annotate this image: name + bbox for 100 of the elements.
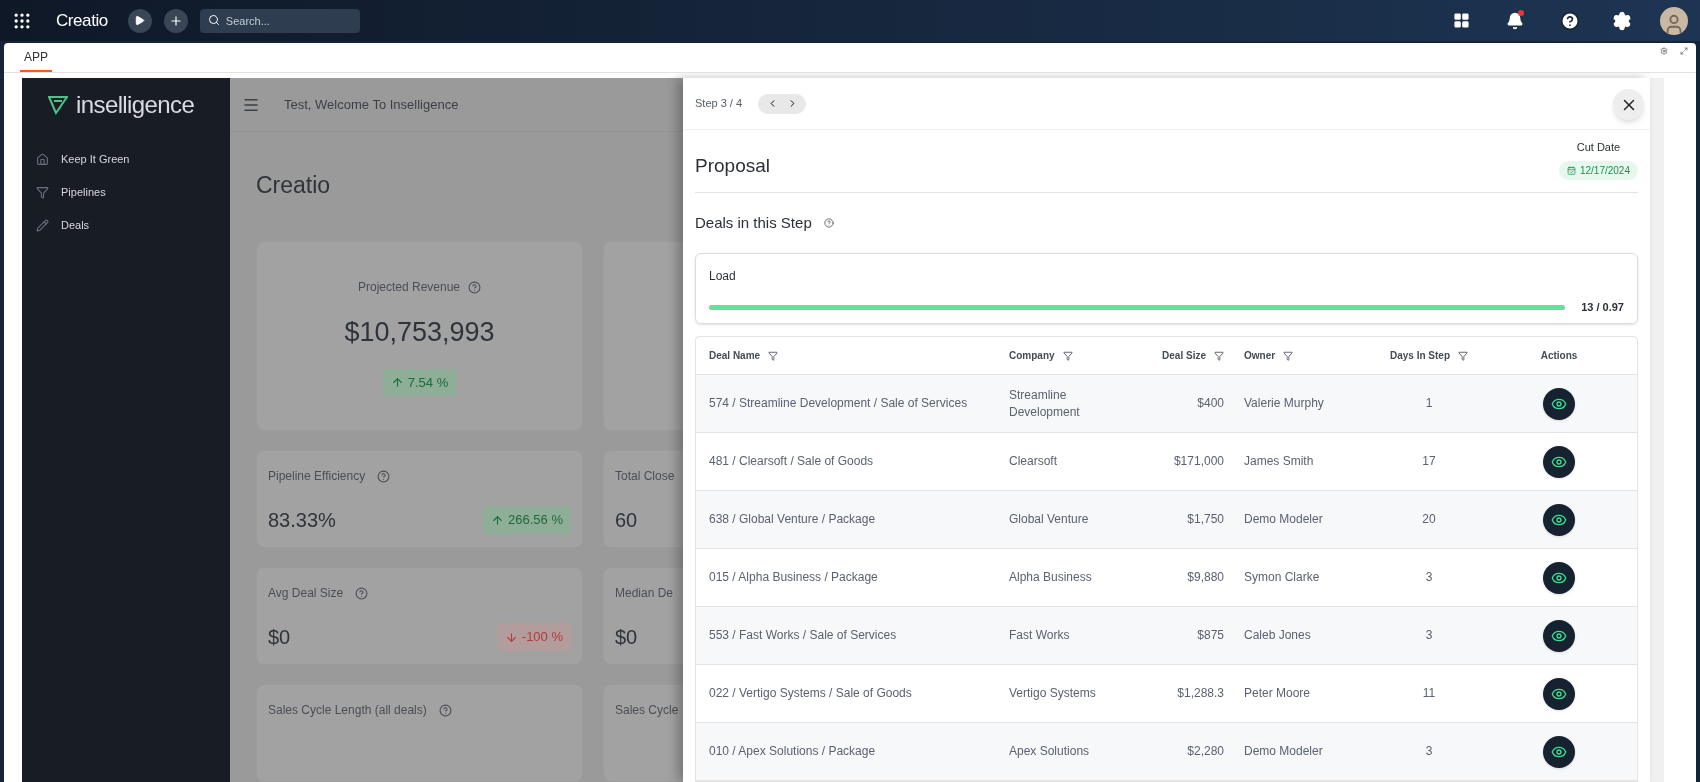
help-icon xyxy=(355,586,369,600)
expand-icon[interactable] xyxy=(1680,47,1688,55)
funnel-logo-icon xyxy=(48,95,68,115)
welcome-text: Test, Welcome To Inselligence xyxy=(284,95,459,114)
table-cell: 1 xyxy=(1425,395,1433,412)
table-cell: Caleb Jones xyxy=(1244,627,1311,644)
table-cell: Peter Moore xyxy=(1244,685,1311,702)
table-cell: 574 / Streamline Development / Sale of Services xyxy=(709,395,968,412)
column-header[interactable]: Deal Name xyxy=(709,348,779,363)
filter-icon[interactable] xyxy=(1458,350,1468,361)
app-logo: inselligence xyxy=(76,90,195,120)
view-button[interactable] xyxy=(1543,503,1575,536)
table-cell: $171,000 xyxy=(1173,453,1224,470)
card-label: Total Close xyxy=(615,468,675,485)
card-label: Avg Deal Size xyxy=(268,585,344,602)
column-header[interactable]: Owner xyxy=(1244,348,1294,363)
table-cell: James Smith xyxy=(1244,453,1314,470)
filter-icon[interactable] xyxy=(1062,350,1073,361)
pencil-icon xyxy=(36,218,49,232)
step-title: Proposal xyxy=(695,153,770,178)
table-cell: $1,288.3 xyxy=(1177,685,1224,702)
table-cell: $1,750 xyxy=(1187,511,1224,528)
up-arrow-icon xyxy=(491,513,505,527)
section-title: Deals in this Step xyxy=(695,212,812,233)
card-value: $0 xyxy=(615,625,638,650)
cut-date-label: Cut Date xyxy=(1576,139,1621,155)
table-cell: Global Venture xyxy=(1009,511,1089,528)
column-header[interactable]: Company xyxy=(1009,348,1073,363)
up-arrow-icon xyxy=(390,375,404,389)
funnel-icon xyxy=(36,185,49,199)
view-button[interactable] xyxy=(1543,619,1575,652)
cut-date-badge: 12/17/2024 xyxy=(1558,161,1638,181)
help-icon xyxy=(823,218,834,229)
help-icon[interactable] xyxy=(1560,10,1580,31)
card-label: Projected Revenue xyxy=(357,279,461,296)
down-arrow-icon xyxy=(504,630,518,644)
card-label: Sales Cycle xyxy=(615,702,679,719)
table-cell: 022 / Vertigo Systems / Sale of Goods xyxy=(709,685,912,702)
table-cell: 20 xyxy=(1422,511,1436,528)
sidebar-item[interactable]: Deals xyxy=(22,216,230,234)
run-button[interactable] xyxy=(127,8,152,33)
sidebar-item[interactable]: Pipelines xyxy=(22,183,230,201)
tab[interactable]: APP xyxy=(20,48,52,72)
table-cell: 553 / Fast Works / Sale of Services xyxy=(709,627,897,644)
table-cell: 638 / Global Venture / Package xyxy=(709,511,876,528)
table-cell: Alpha Business xyxy=(1009,569,1092,586)
table-cell: 481 / Clearsoft / Sale of Goods xyxy=(709,453,874,470)
view-button[interactable] xyxy=(1543,561,1575,594)
add-button[interactable] xyxy=(163,8,188,33)
card-value: 60 xyxy=(615,508,638,533)
brand-logo[interactable]: Creatio xyxy=(56,7,108,34)
table-cell: 11 xyxy=(1422,685,1436,702)
help-icon xyxy=(468,280,482,294)
page-title: Creatio xyxy=(255,171,332,200)
load-label: Load xyxy=(709,268,737,286)
column-header[interactable]: Deal Size xyxy=(1162,348,1224,363)
table-cell: $400 xyxy=(1197,395,1224,412)
apps-icon[interactable] xyxy=(1453,12,1470,29)
table-cell: Demo Modeler xyxy=(1244,511,1323,528)
column-header[interactable]: Days In Step xyxy=(1390,348,1468,363)
table-cell: Clearsoft xyxy=(1009,453,1058,470)
play-icon xyxy=(134,15,146,26)
change-badge: 266.56 % xyxy=(483,506,571,534)
avatar[interactable] xyxy=(1660,6,1688,35)
table-cell: 17 xyxy=(1422,453,1436,470)
filter-icon[interactable] xyxy=(768,350,779,361)
table-cell: 015 / Alpha Business / Package xyxy=(709,569,878,586)
filter-icon[interactable] xyxy=(1283,350,1294,361)
table-cell: Fast Works xyxy=(1009,627,1070,644)
card-label: Pipeline Efficiency xyxy=(268,468,366,485)
card-value: $10,753,993 xyxy=(344,316,495,349)
card-label: Median De xyxy=(615,585,674,602)
bell-icon[interactable] xyxy=(1506,11,1524,30)
change-badge: -100 % xyxy=(496,623,571,651)
table-cell: Demo Modeler xyxy=(1244,743,1323,760)
search-icon xyxy=(207,14,220,26)
table-cell: Vertigo Systems xyxy=(1009,685,1096,702)
plus-icon xyxy=(168,13,183,28)
help-icon xyxy=(377,469,391,483)
view-button[interactable] xyxy=(1543,387,1575,420)
step-indicator: Step 3 / 4 xyxy=(695,96,743,112)
close-button[interactable] xyxy=(1613,89,1644,120)
table-cell: 010 / Apex Solutions / Package xyxy=(709,743,876,760)
table-cell: $2,280 xyxy=(1187,743,1224,760)
change-badge: 7.54 % xyxy=(382,368,457,396)
table-cell: $9,880 xyxy=(1187,569,1224,586)
view-button[interactable] xyxy=(1543,677,1575,710)
help-icon xyxy=(438,703,452,717)
table-cell: $875 xyxy=(1197,627,1224,644)
search-field[interactable]: Search... xyxy=(199,9,360,33)
view-button[interactable] xyxy=(1543,735,1575,768)
home-icon xyxy=(36,152,49,166)
column-header[interactable]: Actions xyxy=(1540,348,1578,363)
card-value: $0 xyxy=(268,625,291,650)
table-cell: 3 xyxy=(1425,743,1433,760)
table-cell-text: Streamline Development xyxy=(1009,386,1081,421)
filter-icon[interactable] xyxy=(1214,350,1224,361)
load-reading: 13 / 0.97 xyxy=(1581,300,1624,316)
view-button[interactable] xyxy=(1543,445,1575,478)
sidebar-item[interactable]: Keep It Green xyxy=(22,150,230,168)
